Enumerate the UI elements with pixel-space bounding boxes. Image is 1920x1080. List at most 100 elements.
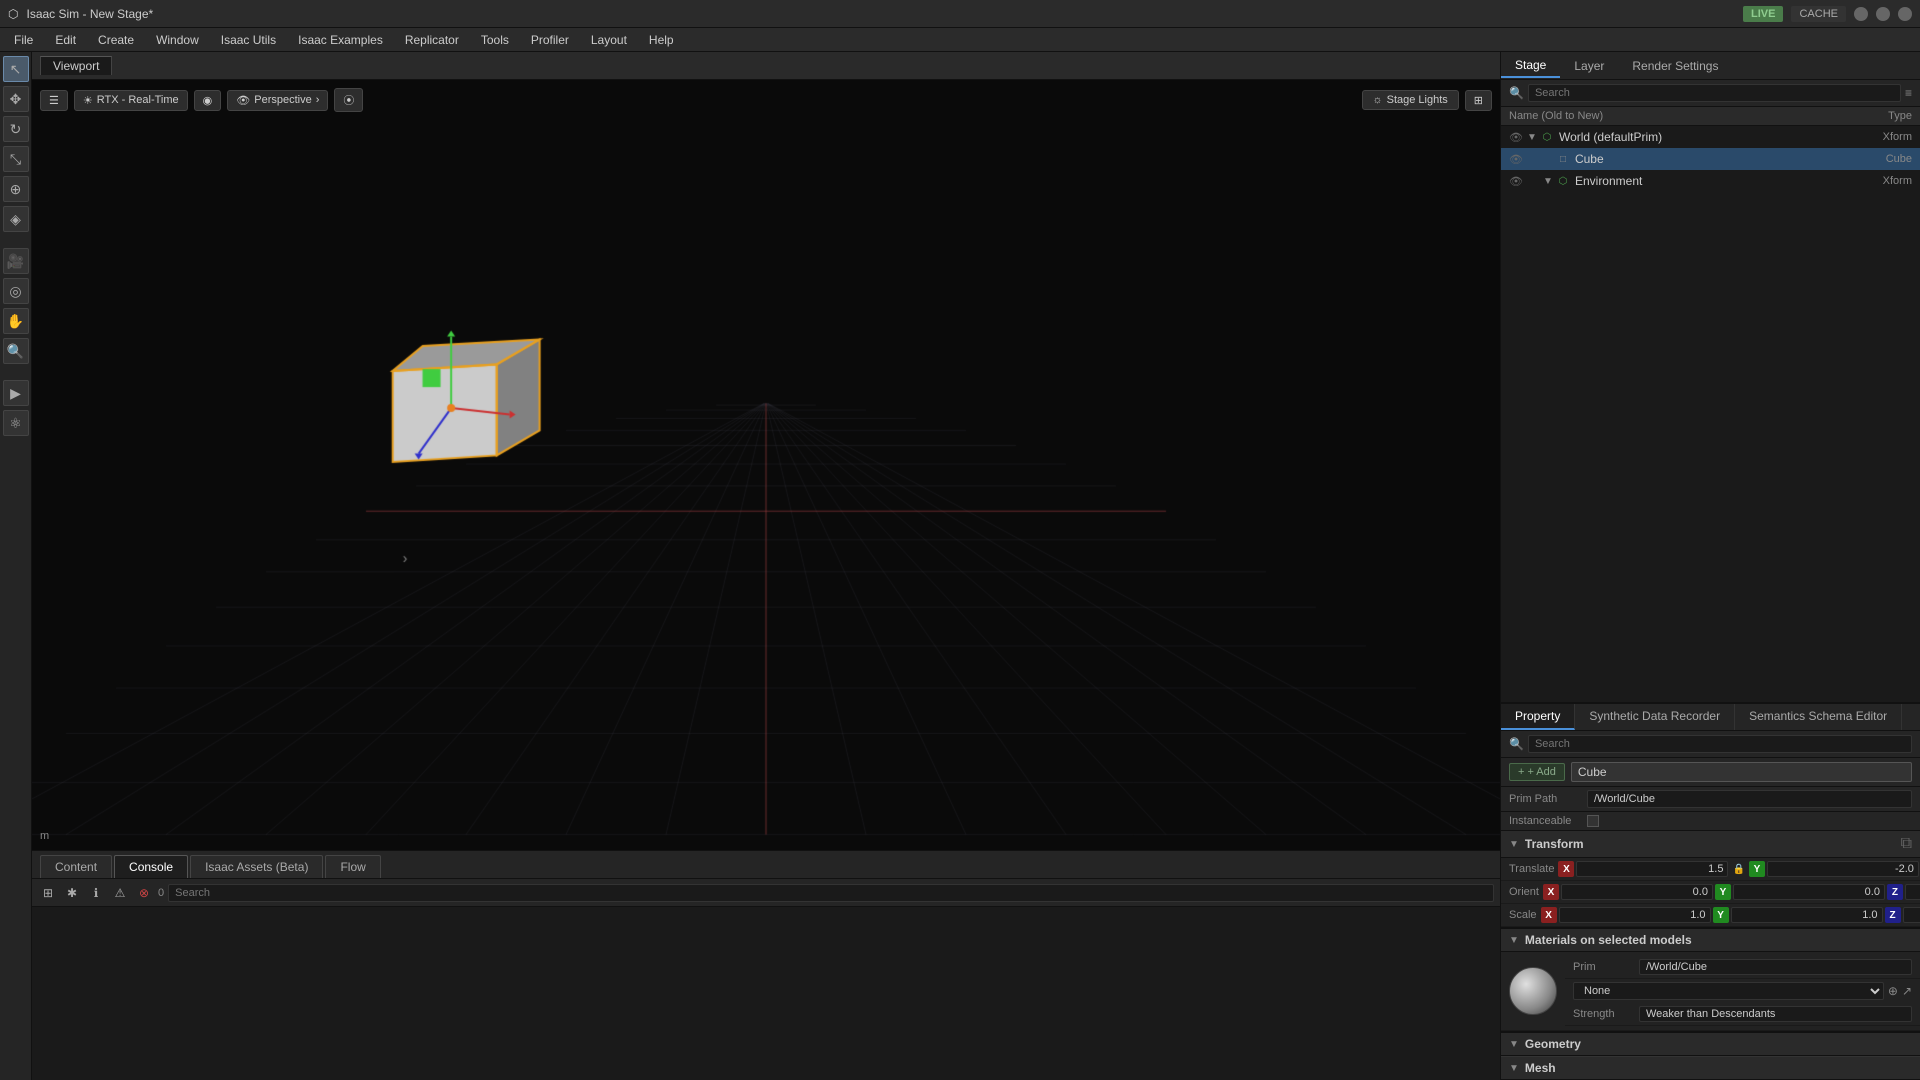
- y-axis-badge: Y: [1713, 907, 1729, 923]
- zoom-tool-button[interactable]: 🔍: [3, 338, 29, 364]
- search-icon: 🔍: [1509, 86, 1524, 100]
- eye-icon[interactable]: 👁: [1509, 153, 1523, 166]
- star-icon[interactable]: ✱: [62, 883, 82, 903]
- camera-tool-button[interactable]: 🎥: [3, 248, 29, 274]
- eye-icon[interactable]: 👁: [1509, 175, 1523, 188]
- orient-z-input[interactable]: [1905, 884, 1920, 900]
- tab-console[interactable]: Console: [114, 855, 188, 878]
- console-search-input[interactable]: [168, 884, 1494, 902]
- minimize-button[interactable]: [1854, 7, 1868, 21]
- translate-y-input[interactable]: [1767, 861, 1919, 877]
- orient-x-input[interactable]: [1561, 884, 1713, 900]
- tab-content[interactable]: Content: [40, 855, 112, 878]
- viewport-tab-label[interactable]: Viewport: [40, 56, 112, 75]
- tree-item-cube[interactable]: 👁 □ Cube Cube: [1501, 148, 1920, 170]
- menu-item-profiler[interactable]: Profiler: [521, 31, 579, 49]
- snap-tool-button[interactable]: ◈: [3, 206, 29, 232]
- viewport-canvas: [32, 80, 1500, 850]
- bottom-tabs: Content Console Isaac Assets (Beta) Flow: [32, 851, 1500, 879]
- geometry-section-title: Geometry: [1525, 1037, 1912, 1051]
- filter-icon[interactable]: ⊞: [38, 883, 58, 903]
- geometry-section-header[interactable]: ▼ Geometry: [1501, 1033, 1920, 1056]
- materials-section-header[interactable]: ▼ Materials on selected models: [1501, 929, 1920, 952]
- viewport[interactable]: Viewport ☰ ☀ RTX - Real-Time ◉: [32, 52, 1500, 850]
- headphones-icon: ⦿: [343, 92, 354, 108]
- orient-y-input[interactable]: [1733, 884, 1885, 900]
- eye-icon[interactable]: 👁: [1509, 131, 1523, 144]
- rtx-mode-button[interactable]: ☀ RTX - Real-Time: [74, 90, 188, 111]
- viewport-menu-button[interactable]: ☰: [40, 90, 68, 111]
- tab-property[interactable]: Property: [1501, 704, 1575, 730]
- scale-axis-group: X Y Z: [1541, 907, 1920, 923]
- transform-options-icon[interactable]: ⧉: [1901, 835, 1912, 853]
- menu-item-window[interactable]: Window: [146, 31, 209, 49]
- rotate-tool-button[interactable]: ↻: [3, 116, 29, 142]
- menu-item-isaac-examples[interactable]: Isaac Examples: [288, 31, 393, 49]
- menu-item-replicator[interactable]: Replicator: [395, 31, 469, 49]
- tree-item-world[interactable]: 👁 ▼ ⬡ World (defaultPrim) Xform: [1501, 126, 1920, 148]
- scale-z-input[interactable]: [1903, 907, 1920, 923]
- z-axis-badge: Z: [1887, 884, 1903, 900]
- translate-x-input[interactable]: [1576, 861, 1728, 877]
- tab-isaac-assets[interactable]: Isaac Assets (Beta): [190, 855, 323, 878]
- geometry-section: ▼ Geometry: [1501, 1031, 1920, 1056]
- menu-item-tools[interactable]: Tools: [471, 31, 519, 49]
- maximize-button[interactable]: [1876, 7, 1890, 21]
- menu-item-file[interactable]: File: [4, 31, 43, 49]
- menu-item-isaac-utils[interactable]: Isaac Utils: [211, 31, 286, 49]
- filter-icon[interactable]: ≡: [1905, 86, 1912, 100]
- camera-settings-button[interactable]: ⦿: [334, 88, 363, 112]
- perspective-button[interactable]: 👁 Perspective ›: [227, 90, 328, 111]
- render-mode-button[interactable]: ◉: [194, 90, 222, 111]
- viewport-options-button[interactable]: ⊞: [1465, 90, 1492, 111]
- world-item-name: World (defaultPrim): [1559, 130, 1832, 144]
- expand-icon[interactable]: ▼: [1543, 176, 1555, 187]
- physics-button[interactable]: ⚛: [3, 410, 29, 436]
- close-button[interactable]: [1898, 7, 1912, 21]
- stage-search-input[interactable]: [1528, 84, 1901, 102]
- stage-lights-button[interactable]: ☼ Stage Lights: [1362, 90, 1459, 110]
- pan-tool-button[interactable]: ✋: [3, 308, 29, 334]
- instanceable-checkbox[interactable]: [1587, 815, 1599, 827]
- prim-path-row: Prim Path /World/Cube: [1501, 787, 1920, 812]
- scale-tool-button[interactable]: ⤡: [3, 146, 29, 172]
- scale-x-input[interactable]: [1559, 907, 1711, 923]
- scale-label: Scale: [1509, 909, 1537, 921]
- scale-y-input[interactable]: [1731, 907, 1883, 923]
- menu-item-create[interactable]: Create: [88, 31, 144, 49]
- material-arrow-icon[interactable]: ↗: [1902, 984, 1912, 998]
- expand-icon[interactable]: ▼: [1527, 132, 1539, 143]
- tab-layer[interactable]: Layer: [1560, 55, 1618, 77]
- add-property-button[interactable]: + + Add: [1509, 763, 1565, 781]
- tab-synthetic-data-recorder[interactable]: Synthetic Data Recorder: [1575, 704, 1735, 730]
- prim-name-input[interactable]: [1571, 762, 1912, 782]
- mesh-section-header[interactable]: ▼ Mesh: [1501, 1057, 1920, 1080]
- play-button[interactable]: ▶: [3, 380, 29, 406]
- material-select[interactable]: None: [1573, 982, 1884, 1000]
- add-property-row: + + Add: [1501, 758, 1920, 787]
- tree-item-environment[interactable]: 👁 ▼ ⬡ Environment Xform: [1501, 170, 1920, 192]
- menu-item-layout[interactable]: Layout: [581, 31, 637, 49]
- key-indicator: m: [40, 830, 49, 842]
- cache-badge[interactable]: CACHE: [1791, 6, 1846, 22]
- tab-flow[interactable]: Flow: [325, 855, 380, 878]
- tab-stage[interactable]: Stage: [1501, 54, 1560, 78]
- menu-item-help[interactable]: Help: [639, 31, 684, 49]
- live-badge[interactable]: LIVE: [1743, 6, 1783, 22]
- transform-section-header[interactable]: ▼ Transform ⧉: [1501, 831, 1920, 858]
- environment-item-type: Xform: [1832, 175, 1912, 187]
- orbit-tool-button[interactable]: ◎: [3, 278, 29, 304]
- move-tool-button[interactable]: ✥: [3, 86, 29, 112]
- stage-tree: 👁 ▼ ⬡ World (defaultPrim) Xform 👁 □ Cube…: [1501, 126, 1920, 306]
- tab-render-settings[interactable]: Render Settings: [1618, 55, 1732, 77]
- tab-semantics-schema-editor[interactable]: Semantics Schema Editor: [1735, 704, 1902, 730]
- translate-label: Translate: [1509, 863, 1554, 875]
- error-icon[interactable]: ⊗: [134, 883, 154, 903]
- property-search-input[interactable]: [1528, 735, 1912, 753]
- select-tool-button[interactable]: ↖: [3, 56, 29, 82]
- material-edit-icon[interactable]: ⊕: [1888, 984, 1898, 998]
- warning-icon[interactable]: ⚠: [110, 883, 130, 903]
- info-icon[interactable]: ℹ: [86, 883, 106, 903]
- menu-item-edit[interactable]: Edit: [45, 31, 86, 49]
- universal-tool-button[interactable]: ⊕: [3, 176, 29, 202]
